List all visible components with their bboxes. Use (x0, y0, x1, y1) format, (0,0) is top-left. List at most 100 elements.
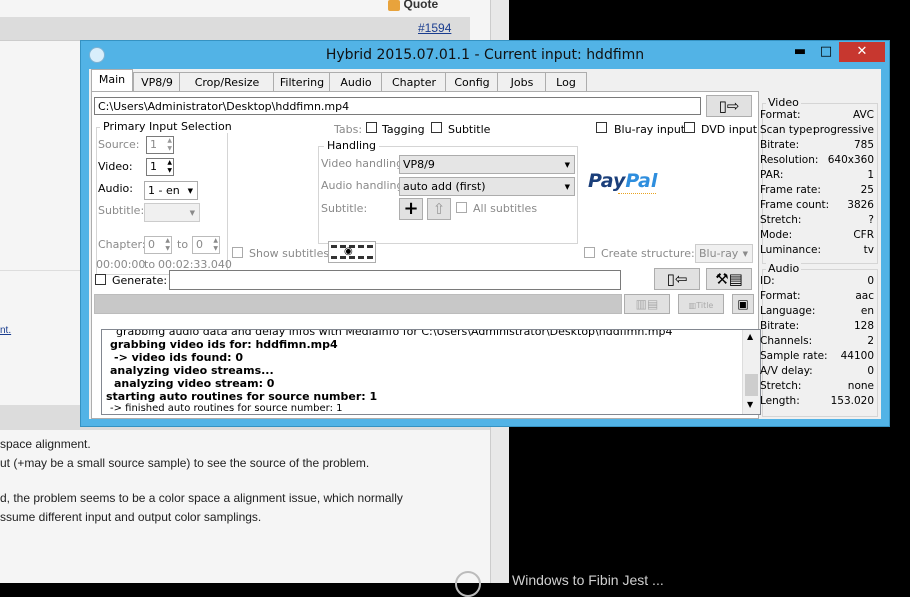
handling-group-label: Handling (324, 139, 380, 152)
spinner-arrows-icon: ▲ ▼ (167, 137, 172, 152)
tab-vp89[interactable]: VP8/9 (133, 72, 181, 92)
audio-info-rows: ID: 0 Format: aac Language: en Bitrate: 128 Chan… (760, 275, 874, 415)
chevron-down-icon: ▼ (187, 187, 193, 195)
bluray-input-checkbox[interactable] (596, 122, 607, 133)
forum-line-3: d, the problem seems to be a color space… (0, 491, 403, 505)
quote-label: Quote (403, 0, 439, 11)
audio-info-value: 153.020 (830, 395, 874, 407)
create-structure-checkbox[interactable] (584, 247, 595, 258)
audio-info-key: Channels: (760, 335, 813, 347)
forum-line-4: ssume different input and output color s… (0, 510, 262, 524)
audio-info-row: Length: 153.020 (760, 395, 874, 407)
video-info-value: 25 (860, 184, 874, 196)
chevron-down-icon: ▼ (564, 183, 570, 191)
post-number-link[interactable]: #1594 (418, 21, 451, 35)
subtitle-tab-checkbox[interactable] (431, 122, 442, 133)
video-info-key: Resolution: (760, 154, 819, 166)
title-bar[interactable]: Hybrid 2015.07.01.1 - Current input: hdd… (81, 41, 889, 69)
tab-log[interactable]: Log (545, 72, 587, 92)
video-info-value: CFR (853, 229, 874, 241)
paypal-donate-button[interactable]: PayPal (588, 170, 657, 194)
subtitle-select[interactable]: ▼ (144, 203, 200, 222)
log-output[interactable]: grabbing audio data and delay infos with… (101, 329, 761, 415)
jobs-button[interactable]: ▣ (732, 294, 754, 314)
tab-crop-resize[interactable]: Crop/Resize (179, 72, 275, 92)
tab-main[interactable]: Main (91, 69, 133, 93)
generate-checkbox[interactable] (95, 274, 106, 285)
tab-audio[interactable]: Audio (329, 72, 383, 92)
tab-filtering[interactable]: Filtering (273, 72, 331, 92)
video-spinner[interactable]: 1 ▲ ▼ (146, 158, 174, 176)
audio-info-title: Audio (766, 262, 802, 275)
audio-info-key: Length: (760, 395, 800, 407)
jobs-icon: ▣ (737, 297, 749, 311)
title-button[interactable]: ▥Title (678, 294, 724, 314)
maximize-button[interactable]: □ (813, 42, 839, 62)
save-arrow-icon: ▯⇦ (666, 270, 688, 288)
log-scrollbar[interactable]: ▲ ▼ (742, 330, 760, 414)
video-info-value: 785 (853, 139, 874, 151)
show-subtitles-checkbox[interactable] (232, 247, 243, 258)
video-info-row: Mode: CFR (760, 229, 874, 241)
queue-button[interactable]: ▥▤ (624, 294, 670, 314)
tab-chapter[interactable]: Chapter (381, 72, 447, 92)
output-browse-button[interactable]: ▯⇦ (654, 268, 700, 290)
subtitle-label: Subtitle: (98, 204, 145, 217)
video-info-row: Scan type: progressive (760, 124, 874, 136)
video-info-value: 1 (867, 169, 874, 181)
dvd-input-label: DVD input (701, 123, 758, 136)
minimize-button[interactable]: ▬ (787, 42, 813, 62)
tab-config[interactable]: Config (445, 72, 499, 92)
tab-jobs[interactable]: Jobs (497, 72, 547, 92)
chapter-to-value: 0 (196, 238, 203, 251)
move-subtitle-up-button[interactable]: ⇧ (427, 198, 451, 220)
add-job-button[interactable]: ⚒▤ (706, 268, 752, 290)
log-line: grabbing audio data and delay infos with… (116, 329, 673, 338)
audio-label: Audio: (98, 182, 133, 195)
audio-select[interactable]: 1 - en ▼ (144, 181, 198, 200)
close-button[interactable]: ✕ (839, 42, 885, 62)
generate-output-field[interactable] (169, 270, 621, 290)
audio-info-key: Sample rate: (760, 350, 828, 362)
log-line: starting auto routines for source number… (106, 390, 378, 403)
audio-info-key: ID: (760, 275, 775, 287)
audio-info-row: Stretch: none (760, 380, 874, 392)
donate-swoosh (618, 188, 656, 194)
audio-info-value: 0 (867, 365, 874, 377)
audio-info-key: Stretch: (760, 380, 802, 392)
hybrid-window: Hybrid 2015.07.01.1 - Current input: hdd… (80, 40, 890, 427)
desktop-watermark-text: Windows to Fibin Jest ... (512, 572, 664, 588)
video-info-key: Frame rate: (760, 184, 821, 196)
input-path-field[interactable]: C:\Users\Administrator\Desktop\hddfimn.m… (94, 97, 701, 115)
chapter-from-spinner[interactable]: 0 ▲ ▼ (144, 236, 172, 254)
all-subtitles-checkbox[interactable] (456, 202, 467, 213)
structure-select[interactable]: Blu-ray ▼ (695, 244, 753, 263)
video-handling-select[interactable]: VP8/9 ▼ (399, 155, 575, 174)
quote-icon (388, 0, 400, 11)
handling-subtitle-label: Subtitle: (321, 202, 368, 215)
video-handling-value: VP8/9 (403, 158, 435, 171)
tagging-checkbox[interactable] (366, 122, 377, 133)
audio-info-value: aac (855, 290, 874, 302)
open-input-button[interactable]: ▯⇨ (706, 95, 752, 117)
up-arrow-icon: ⇧ (432, 200, 446, 218)
bluray-input-label: Blu-ray input (614, 123, 686, 136)
chevron-down-icon: ▼ (564, 161, 570, 169)
log-line: -> video ids found: 0 (114, 351, 244, 364)
audio-info-row: Language: en (760, 305, 874, 317)
chapter-to-spinner[interactable]: 0 ▲ ▼ (192, 236, 220, 254)
video-info-key: Scan type: (760, 124, 816, 136)
video-info-value: 3826 (847, 199, 874, 211)
preview-button[interactable]: ◉ (328, 241, 376, 263)
audio-info-key: Language: (760, 305, 816, 317)
forum-quote-button[interactable]: Quote (388, 0, 438, 11)
video-info-value: 640x360 (827, 154, 874, 166)
audio-handling-select[interactable]: auto add (first) ▼ (399, 177, 575, 196)
video-info-key: Stretch: (760, 214, 802, 226)
audio-info-key: Bitrate: (760, 320, 800, 332)
dvd-input-checkbox[interactable] (684, 122, 695, 133)
add-subtitle-button[interactable]: + (399, 198, 423, 220)
forum-link-fragment[interactable]: nt. (0, 325, 11, 336)
source-spinner[interactable]: 1 ▲ ▼ (146, 136, 174, 154)
scrollbar-thumb[interactable] (745, 374, 758, 396)
